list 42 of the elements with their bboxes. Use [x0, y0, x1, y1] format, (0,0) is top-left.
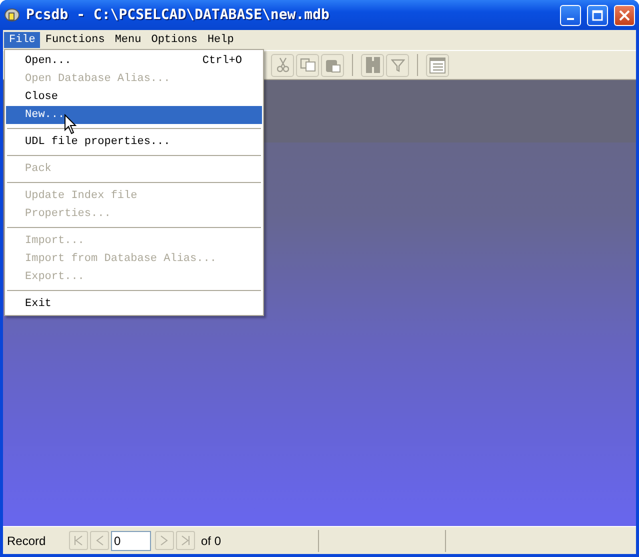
close-button[interactable] — [614, 4, 635, 26]
toolbar-button[interactable] — [426, 54, 449, 76]
previous-record-icon — [94, 535, 105, 546]
next-record-icon — [159, 535, 170, 546]
toolbar-button[interactable] — [296, 54, 319, 76]
toolbar-button[interactable] — [271, 54, 294, 76]
previous-record-button[interactable] — [90, 531, 109, 550]
window-title: Pcsdb - C:\PCSELCAD\DATABASE\new.mdb — [26, 7, 330, 23]
last-record-button[interactable] — [176, 531, 195, 550]
menu-entry[interactable]: Open... Ctrl+O — [6, 52, 262, 70]
record-field[interactable]: 0 — [111, 530, 151, 550]
first-record-button[interactable] — [69, 531, 88, 550]
menu-item[interactable]: File — [4, 32, 40, 48]
scissors-icon — [276, 57, 288, 73]
first-record-icon — [73, 535, 84, 546]
toolbar-button[interactable] — [321, 54, 344, 76]
minimize-button[interactable] — [560, 4, 581, 26]
close-icon — [619, 10, 630, 20]
next-record-button[interactable] — [155, 531, 174, 550]
maximize-icon — [592, 10, 603, 20]
toolbar-button[interactable] — [386, 54, 409, 76]
last-record-icon — [180, 535, 191, 546]
menu-item[interactable]: Help — [202, 32, 239, 48]
menu-item[interactable]: Options — [146, 32, 202, 48]
menu-entry[interactable]: Close — [6, 88, 262, 106]
database-icon — [4, 7, 20, 23]
menu-entry[interactable]: New... — [6, 106, 262, 124]
filter-icon — [390, 58, 404, 72]
toolbar-button[interactable] — [361, 54, 384, 76]
record-count: of 0 — [200, 534, 222, 548]
form-icon — [429, 56, 446, 74]
status-label: Record — [6, 534, 47, 548]
menu-entry[interactable]: UDL file properties... — [6, 133, 262, 151]
menu-item[interactable]: Functions — [40, 32, 110, 48]
minimize-icon — [567, 18, 574, 20]
shortcut-text: Ctrl+O — [202, 55, 242, 67]
clipboard-icon — [324, 58, 340, 72]
mouse-pointer-icon — [64, 114, 77, 135]
copy-icon — [300, 58, 316, 72]
menu-entry[interactable]: Exit — [6, 295, 262, 313]
menu-item[interactable]: Menu — [110, 32, 146, 48]
maximize-button[interactable] — [587, 4, 608, 26]
